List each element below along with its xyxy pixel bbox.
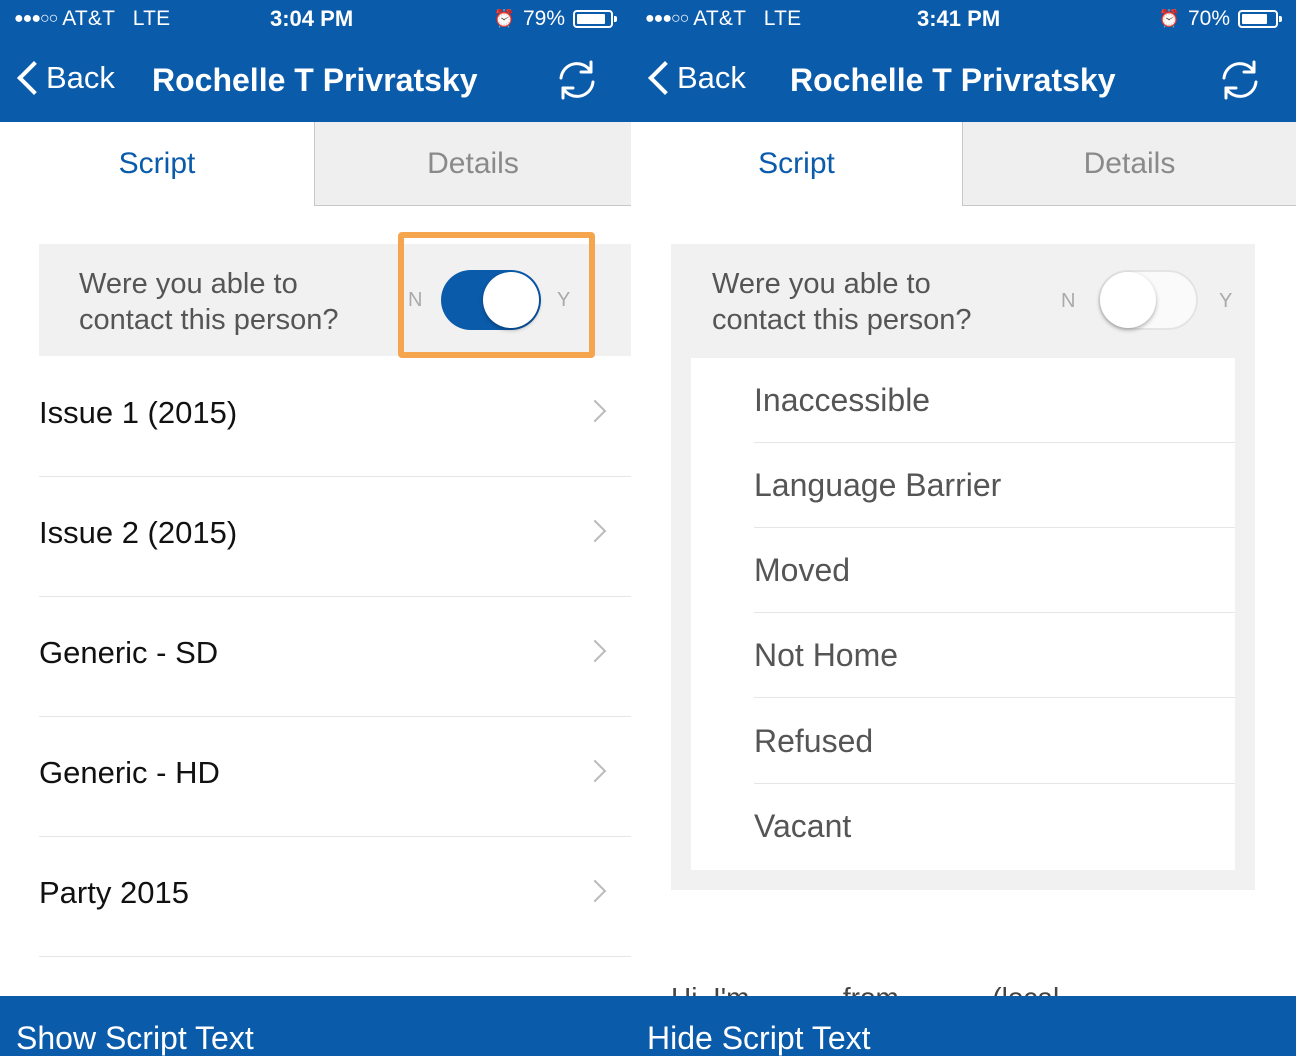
- reason-label: Moved: [754, 552, 851, 588]
- highlight-box: [398, 232, 595, 358]
- list-item-label: Issue 2 (2015): [39, 515, 238, 550]
- signal-strength-icon: ●●●○○: [645, 10, 689, 27]
- refresh-icon[interactable]: [553, 56, 601, 104]
- battery-icon: [573, 10, 617, 28]
- carrier-name: AT&T: [62, 7, 115, 30]
- reason-option[interactable]: Refused: [754, 699, 1235, 784]
- back-label: Back: [677, 60, 746, 95]
- battery-percent: 70%: [1187, 7, 1230, 30]
- non-contact-reason-list: Inaccessible Language Barrier Moved Not …: [691, 358, 1235, 870]
- battery-percent: 79%: [522, 7, 565, 30]
- hide-script-text-button[interactable]: Hide Script Text: [631, 996, 1296, 1056]
- list-item[interactable]: Party 2015: [39, 837, 631, 957]
- contact-question-panel: Were you able to contact this person? N …: [671, 244, 1255, 890]
- tab-details[interactable]: Details: [314, 122, 631, 206]
- contact-question: Were you able to contact this person?: [712, 268, 972, 336]
- reason-label: Not Home: [754, 637, 899, 673]
- chevron-left-icon: [14, 58, 38, 98]
- tab-script[interactable]: Script: [0, 122, 314, 206]
- list-item-label: Issue 1 (2015): [39, 395, 238, 430]
- toggle-yes-label: Y: [1219, 290, 1233, 312]
- contact-toggle[interactable]: [1098, 270, 1198, 330]
- status-bar: ●●●○○ AT&T LTE 3:41 PM ⏰ 70%: [631, 0, 1296, 40]
- show-script-text-button[interactable]: Show Script Text: [0, 996, 631, 1056]
- reason-option[interactable]: Inaccessible: [754, 358, 1235, 443]
- back-button[interactable]: Back: [645, 58, 746, 98]
- list-item-label: Generic - HD: [39, 755, 220, 790]
- reason-option[interactable]: Vacant: [754, 784, 1235, 869]
- page-title: Rochelle T Privratsky: [152, 62, 478, 98]
- network-type: LTE: [132, 7, 171, 30]
- reason-label: Vacant: [754, 808, 852, 844]
- reason-option[interactable]: Language Barrier: [754, 443, 1235, 528]
- signal-strength-icon: ●●●○○: [14, 10, 58, 27]
- chevron-right-icon: [583, 639, 607, 663]
- tab-bar: Script Details: [631, 122, 1296, 206]
- chevron-left-icon: [645, 58, 669, 98]
- battery-icon: [1238, 10, 1282, 28]
- reason-option[interactable]: Moved: [754, 528, 1235, 613]
- toggle-no-label: N: [1061, 290, 1076, 312]
- navigation-bar: Back Rochelle T Privratsky: [0, 40, 631, 122]
- back-label: Back: [46, 60, 115, 95]
- refresh-icon[interactable]: [1216, 56, 1264, 104]
- alarm-clock-icon: ⏰: [1158, 9, 1180, 28]
- chevron-right-icon: [583, 879, 607, 903]
- chevron-right-icon: [583, 519, 607, 543]
- chevron-right-icon: [583, 759, 607, 783]
- list-item-label: Generic - SD: [39, 635, 219, 670]
- back-button[interactable]: Back: [14, 58, 115, 98]
- list-item[interactable]: Issue 1 (2015): [39, 357, 631, 477]
- list-item-label: Party 2015: [39, 875, 189, 910]
- chevron-right-icon: [583, 399, 607, 423]
- navigation-bar: Back Rochelle T Privratsky: [631, 40, 1296, 122]
- tab-bar: Script Details: [0, 122, 631, 206]
- bottom-bar-label: Hide Script Text: [647, 1020, 871, 1056]
- alarm-clock-icon: ⏰: [493, 9, 515, 28]
- contact-question: Were you able to contact this person?: [79, 268, 339, 336]
- left-screen: ●●●○○ AT&T LTE 3:04 PM ⏰ 79% Back Rochel…: [0, 0, 631, 1056]
- list-item[interactable]: Issue 2 (2015): [39, 477, 631, 597]
- tab-script[interactable]: Script: [631, 122, 962, 206]
- network-type: LTE: [763, 7, 802, 30]
- tab-details[interactable]: Details: [962, 122, 1296, 206]
- carrier-name: AT&T: [693, 7, 746, 30]
- status-time: 3:41 PM: [917, 6, 1001, 31]
- toggle-knob: [1100, 272, 1156, 328]
- page-title: Rochelle T Privratsky: [790, 62, 1116, 98]
- reason-option[interactable]: Not Home: [754, 613, 1235, 698]
- reason-label: Inaccessible: [754, 382, 931, 418]
- right-screen: ●●●○○ AT&T LTE 3:41 PM ⏰ 70% Back Rochel…: [631, 0, 1296, 1056]
- list-item[interactable]: Generic - HD: [39, 717, 631, 837]
- bottom-bar-label: Show Script Text: [16, 1020, 254, 1056]
- reason-label: Refused: [754, 723, 874, 759]
- list-item[interactable]: Generic - SD: [39, 597, 631, 717]
- status-time: 3:04 PM: [270, 6, 354, 31]
- reason-label: Language Barrier: [754, 467, 1002, 503]
- status-bar: ●●●○○ AT&T LTE 3:04 PM ⏰ 79%: [0, 0, 631, 40]
